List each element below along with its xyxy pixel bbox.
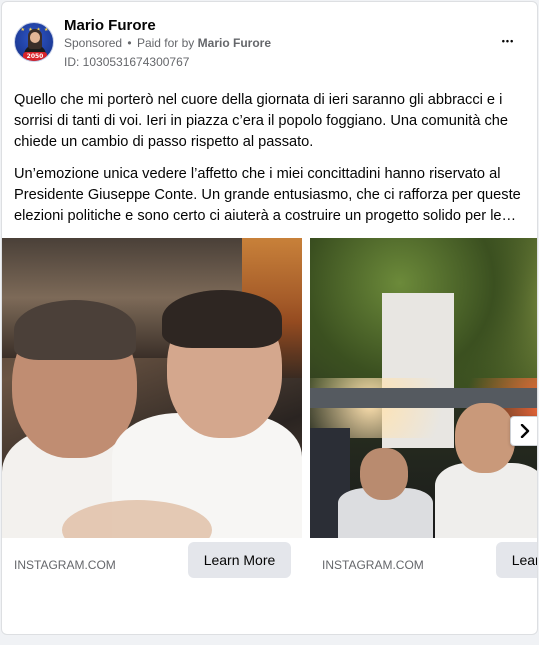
learn-more-button[interactable]: Learn More bbox=[496, 542, 537, 578]
post-paragraph-2: Un’emozione unica vedere l’affetto che i… bbox=[14, 166, 521, 224]
chevron-right-icon bbox=[520, 424, 530, 438]
post-text: Quello che mi porterò nel cuore della gi… bbox=[14, 90, 524, 238]
card-domain: INSTAGRAM.COM bbox=[322, 558, 424, 572]
photo-person-hair bbox=[162, 290, 282, 348]
learn-more-button[interactable]: Learn More bbox=[188, 542, 291, 578]
carousel-card[interactable]: INSTAGRAM.COM Learn More bbox=[310, 238, 537, 586]
carousel-card[interactable]: INSTAGRAM.COM Learn More bbox=[2, 238, 302, 586]
photo-person-shirt bbox=[435, 463, 537, 538]
photo-person-face bbox=[455, 403, 515, 473]
paid-for-name: Mario Furore bbox=[197, 36, 271, 50]
more-options-button[interactable]: ••• bbox=[494, 32, 522, 52]
paid-for-prefix: Paid for by bbox=[136, 36, 195, 50]
advertiser-name[interactable]: Mario Furore bbox=[64, 17, 156, 34]
separator-dot: • bbox=[127, 36, 132, 50]
card-footer: INSTAGRAM.COM Learn More bbox=[310, 538, 537, 586]
photo-person-hair bbox=[14, 300, 136, 360]
sponsored-line: Sponsored • Paid for by Mario Furore bbox=[64, 36, 271, 50]
avatar-badge: 2050 bbox=[23, 52, 47, 61]
carousel-photo[interactable] bbox=[310, 238, 537, 538]
more-icon: ••• bbox=[501, 36, 515, 46]
photo-person-face bbox=[360, 448, 408, 500]
carousel: INSTAGRAM.COM Learn More INSTAGRAM.COM L… bbox=[2, 238, 537, 586]
avatar-face bbox=[30, 32, 40, 43]
avatar[interactable]: ★ ★ ★ ★ ★ 2050 bbox=[14, 22, 54, 62]
card-footer: INSTAGRAM.COM Learn More bbox=[2, 538, 302, 586]
ad-id: ID: 1030531674300767 bbox=[64, 55, 190, 69]
sponsored-label: Sponsored bbox=[64, 36, 123, 50]
carousel-next-button[interactable] bbox=[510, 416, 537, 446]
post-paragraph-1: Quello che mi porterò nel cuore della gi… bbox=[14, 92, 509, 150]
ad-header: ★ ★ ★ ★ ★ 2050 Mario Furore Sponsored • … bbox=[2, 2, 537, 82]
card-domain: INSTAGRAM.COM bbox=[14, 558, 116, 572]
photo-stage bbox=[310, 388, 537, 408]
ad-card: ★ ★ ★ ★ ★ 2050 Mario Furore Sponsored • … bbox=[1, 1, 538, 635]
carousel-photo[interactable] bbox=[2, 238, 302, 538]
